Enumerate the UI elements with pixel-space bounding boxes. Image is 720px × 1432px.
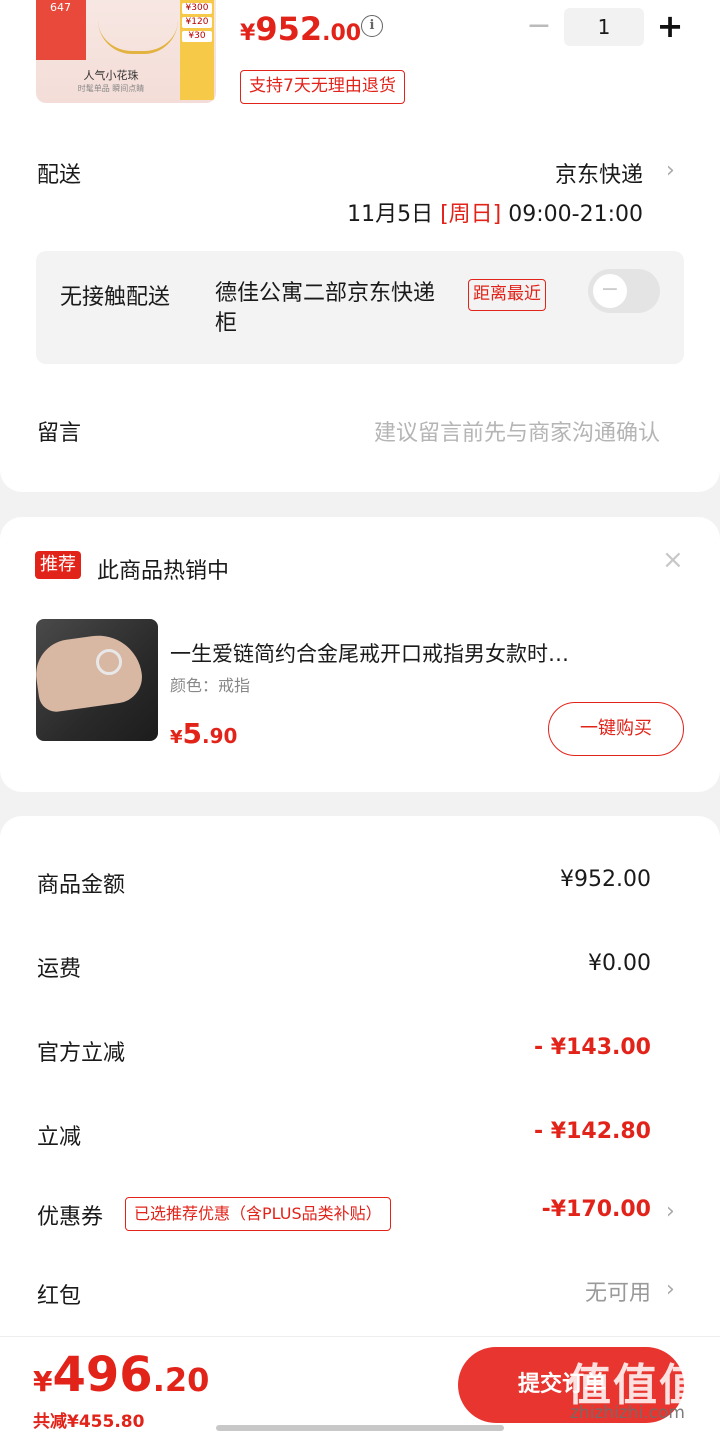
total-symbol: ¥ (33, 1365, 53, 1398)
quantity-input[interactable]: 1 (564, 8, 644, 46)
ring-product-image[interactable] (36, 619, 158, 741)
nearest-tag: 距离最近 (468, 279, 546, 311)
shipping-method[interactable]: 京东快递 (555, 157, 643, 189)
shipping-label: 配送 (37, 163, 82, 188)
goods-amount-value: ¥952.00 (560, 867, 651, 892)
price-decimal: .00 (322, 21, 362, 46)
total-integer: 496 (52, 1347, 153, 1403)
red-packet-label: 红包 (37, 1284, 82, 1309)
delivery-time[interactable]: 11月5日 [周日] 09:00-21:00 (347, 196, 643, 228)
instant-discount-label: 立减 (37, 1125, 82, 1150)
necklace-image (98, 20, 178, 54)
thumb-badge: 647 (36, 0, 82, 16)
price-integer: 5 (182, 717, 203, 750)
price-symbol: ¥ (170, 727, 183, 748)
recommend-tag: 推荐 (35, 551, 81, 579)
note-label: 留言 (37, 421, 82, 446)
product-thumbnail[interactable]: 647 ¥300 ¥120 ¥30 人气小花珠 时髦单品 瞬间点睛 (36, 0, 216, 103)
total-saved: 共减¥455.80 (33, 1412, 145, 1432)
recommend-item-name[interactable]: 一生爱链简约合金尾戒开口戒指男女款时… (170, 638, 670, 668)
thumb-side-value: ¥30 (182, 31, 212, 42)
coupon-tag[interactable]: 已选推荐优惠（含PLUS品类补贴） (125, 1197, 391, 1231)
order-card: 647 ¥300 ¥120 ¥30 人气小花珠 时髦单品 瞬间点睛 ¥952.0… (0, 0, 720, 492)
official-discount-value: - ¥143.00 (534, 1035, 651, 1060)
thumb-side-value: ¥300 (182, 3, 212, 14)
toggle-knob: − (593, 274, 627, 308)
coupon-value[interactable]: -¥170.00 (542, 1197, 651, 1222)
quantity-decrease-button[interactable]: − (525, 10, 553, 44)
close-icon[interactable]: × (662, 545, 684, 575)
price-symbol: ¥ (240, 21, 256, 46)
freight-value: ¥0.00 (588, 951, 651, 976)
product-price: ¥952.00 (240, 10, 361, 48)
instant-discount-value: - ¥142.80 (534, 1119, 651, 1144)
watermark-url: zhizhizhi.com (570, 1403, 685, 1423)
coupon-label: 优惠券 (37, 1205, 104, 1230)
total-price: ¥496.20 (33, 1347, 209, 1403)
contactless-delivery-box: 无接触配送 德佳公寓二部京东快递柜 距离最近 − (36, 251, 684, 364)
contactless-label: 无接触配送 (60, 285, 171, 310)
delivery-date: 11月5日 (347, 202, 434, 227)
one-click-buy-button[interactable]: 一键购买 (548, 702, 684, 756)
home-indicator[interactable] (216, 1425, 504, 1431)
thumb-side-value: ¥120 (182, 17, 212, 28)
delivery-window: 09:00-21:00 (508, 202, 643, 227)
contactless-toggle[interactable]: − (588, 269, 660, 313)
price-integer: 952 (255, 10, 323, 48)
chevron-right-icon[interactable]: › (666, 158, 675, 183)
price-decimal: .90 (202, 724, 238, 748)
hand-shape (36, 630, 146, 714)
pickup-address: 德佳公寓二部京东快递柜 (215, 281, 436, 336)
freight-label: 运费 (37, 957, 82, 982)
recommend-title: 此商品热销中 (97, 559, 230, 584)
delivery-weekday: [周日] (440, 202, 502, 227)
thumb-subtitle: 时髦单品 瞬间点睛 (77, 84, 145, 93)
goods-amount-label: 商品金额 (37, 873, 126, 898)
recommend-item-price: ¥5.90 (170, 717, 237, 750)
quantity-increase-button[interactable]: + (655, 8, 685, 46)
ring-shape (96, 649, 122, 675)
return-policy-tag: 支持7天无理由退货 (240, 70, 405, 104)
recommend-item-spec: 颜色：戒指 (170, 676, 251, 695)
thumb-title: 人气小花珠 (83, 69, 139, 82)
total-decimal: .20 (152, 1361, 210, 1399)
chevron-right-icon[interactable]: › (666, 1199, 675, 1224)
chevron-right-icon[interactable]: › (666, 1277, 675, 1302)
price-summary-card: 商品金额 ¥952.00 运费 ¥0.00 官方立减 - ¥143.00 立减 … (0, 816, 720, 1336)
checkout-bar: ¥496.20 共减¥455.80 提交订单 值值值 zhizhizhi.com (0, 1336, 720, 1432)
red-packet-value[interactable]: 无可用 (585, 1275, 651, 1307)
official-discount-label: 官方立减 (37, 1041, 126, 1066)
note-input[interactable]: 建议留言前先与商家沟通确认 (374, 415, 660, 447)
info-icon[interactable]: i (361, 15, 383, 37)
recommendation-card: 推荐 此商品热销中 × 一生爱链简约合金尾戒开口戒指男女款时… 颜色：戒指 ¥5… (0, 517, 720, 792)
